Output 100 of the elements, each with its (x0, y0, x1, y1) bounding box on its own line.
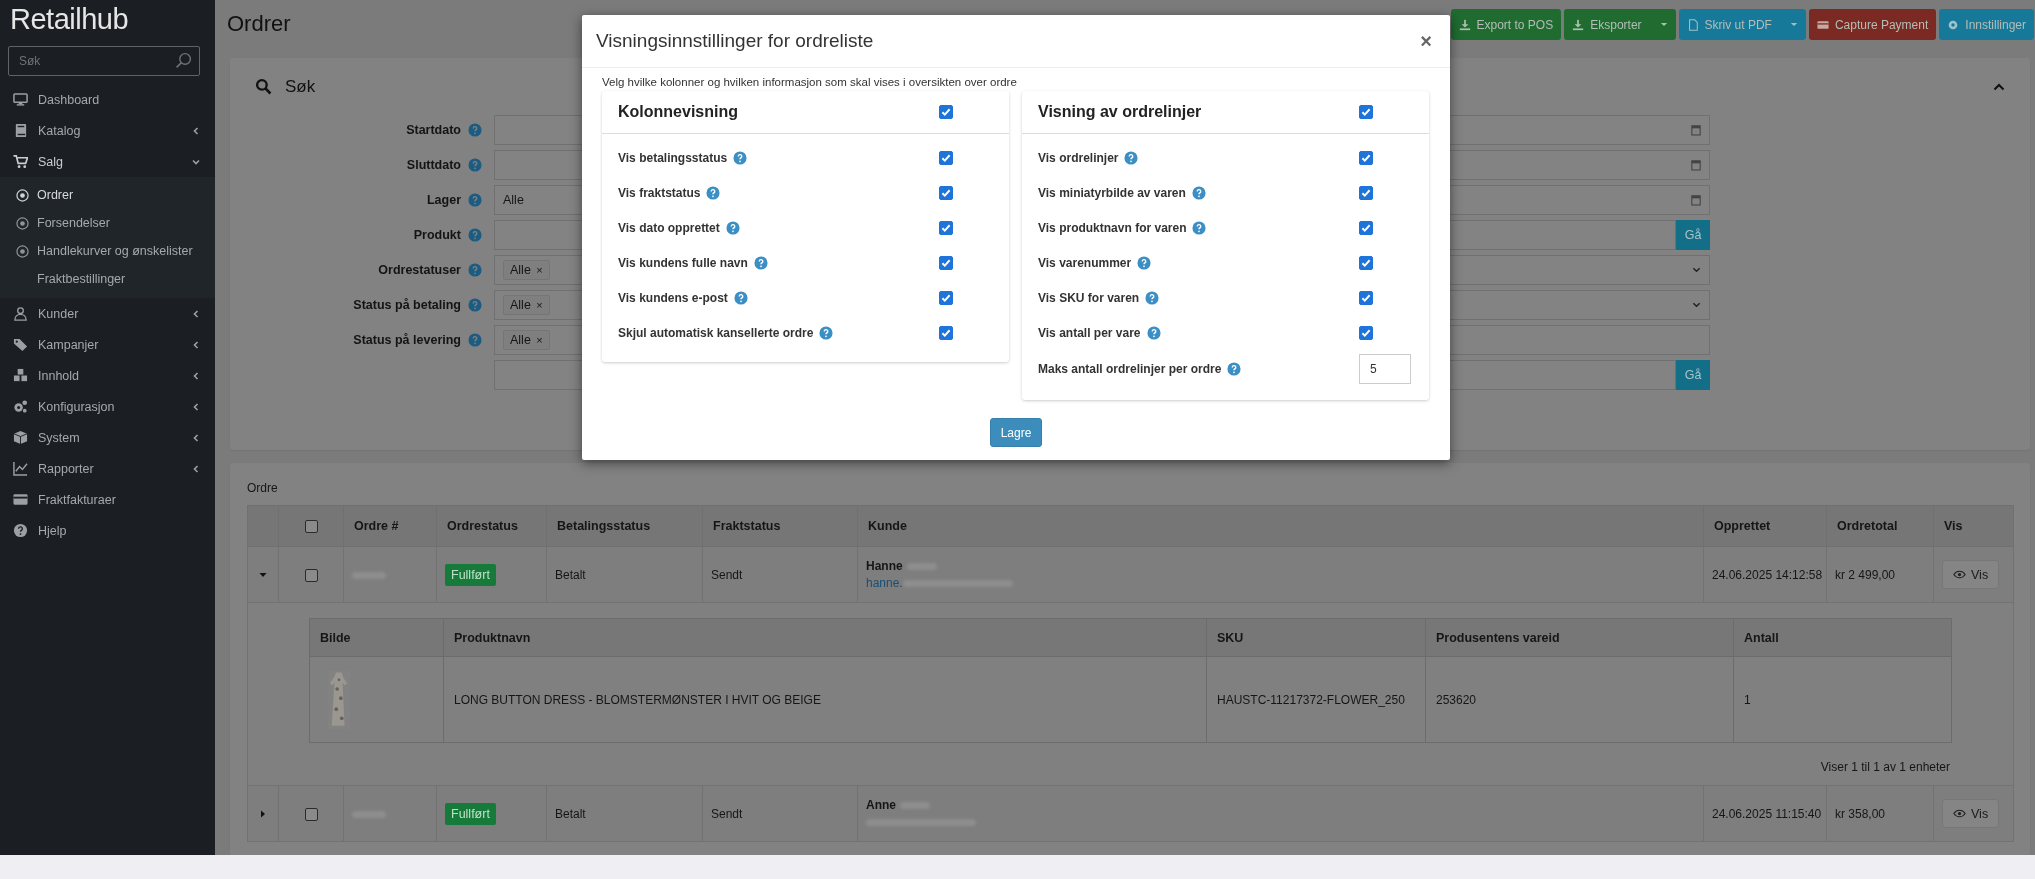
setting-label: Vis dato opprettet (618, 220, 720, 235)
remove-tag-button[interactable]: × (536, 334, 543, 346)
sidebar-item[interactable]: Kampanjer (0, 329, 215, 360)
column-header: Ordrestatus (447, 519, 518, 533)
checkbox[interactable] (304, 568, 318, 582)
sidebar-item[interactable]: Rapporter (0, 453, 215, 484)
cart-icon (13, 154, 28, 169)
remove-tag-button[interactable]: × (536, 264, 543, 276)
field-label: Lager (426, 193, 461, 207)
help-icon[interactable] (725, 220, 740, 235)
help-icon[interactable] (819, 325, 834, 340)
user-icon (13, 306, 28, 321)
close-button[interactable]: × (1416, 29, 1436, 53)
help-icon[interactable] (468, 228, 482, 242)
submenu-item[interactable]: Fraktbestillinger (0, 265, 215, 293)
checkbox[interactable] (1359, 325, 1373, 340)
help-icon[interactable] (468, 263, 482, 277)
checkbox[interactable] (1359, 105, 1373, 119)
submenu-item[interactable]: Ordrer (0, 181, 215, 209)
column-header: Fraktstatus (713, 519, 781, 533)
save-button[interactable]: Lagre (989, 418, 1043, 447)
view-button[interactable]: Vis (1942, 799, 2000, 828)
search-icon (175, 52, 192, 69)
help-icon[interactable] (1137, 255, 1152, 270)
sidebar-item[interactable]: Innhold (0, 360, 215, 391)
checkbox[interactable] (939, 185, 953, 200)
column-header: Betalingsstatus (557, 519, 651, 533)
checkbox[interactable] (939, 255, 953, 270)
pagination-info: Viser 1 til 1 av 1 enheter (1820, 760, 1950, 774)
remove-tag-button[interactable]: × (536, 299, 543, 311)
help-icon[interactable] (1192, 220, 1207, 235)
chevron-icon (191, 370, 201, 381)
sidebar-item[interactable]: Dashboard (0, 84, 215, 115)
help-icon[interactable] (468, 158, 482, 172)
setting-label: Vis antall per vare (1038, 325, 1141, 340)
search-icon (255, 78, 272, 95)
view-button[interactable]: Vis (1942, 560, 2000, 589)
checkbox[interactable] (939, 220, 953, 235)
toolbar-button[interactable]: Eksporter (1564, 9, 1676, 40)
help-icon[interactable] (468, 333, 482, 347)
help-icon[interactable] (706, 185, 721, 200)
help-icon[interactable] (1146, 325, 1161, 340)
help-icon[interactable] (468, 193, 482, 207)
help-icon[interactable] (468, 298, 482, 312)
expand-icon[interactable] (259, 809, 267, 818)
gear-icon (1947, 18, 1960, 31)
help-icon[interactable] (733, 150, 748, 165)
calendar-icon[interactable] (1691, 194, 1701, 206)
column-header: Ordre # (354, 519, 399, 533)
expand-icon[interactable] (259, 570, 267, 579)
checkbox[interactable] (939, 290, 953, 305)
checkbox[interactable] (939, 150, 953, 165)
logo: Retailhub (9, 2, 130, 37)
sidebar-item[interactable]: Konfigurasjon (0, 391, 215, 422)
checkbox[interactable] (1359, 290, 1373, 305)
checkbox[interactable] (1359, 220, 1373, 235)
collapse-icon[interactable] (1993, 82, 2005, 91)
help-icon[interactable] (1227, 362, 1242, 376)
toolbar-button[interactable]: Export to POS (1450, 9, 1562, 40)
checkbox[interactable] (1359, 185, 1373, 200)
download-icon (1572, 18, 1585, 31)
checkbox[interactable] (1359, 255, 1373, 270)
field-label: Startdato (406, 123, 461, 137)
sidebar-item[interactable]: Salg (0, 146, 215, 177)
table-cell: kr 358,00 (1835, 806, 1886, 821)
checkbox[interactable] (1359, 150, 1373, 165)
sidebar-item[interactable]: Fraktfakturaer (0, 484, 215, 515)
search-field[interactable]: Søk (8, 46, 200, 76)
help-icon[interactable] (753, 255, 768, 270)
column-header: Produktnavn (454, 630, 531, 645)
help-icon[interactable] (1145, 290, 1160, 305)
submenu-item[interactable]: Handlekurver og ønskelister (0, 237, 215, 265)
cubes-icon (13, 368, 28, 383)
toolbar-button[interactable]: Capture Payment (1808, 9, 1937, 40)
checkbox[interactable] (304, 807, 318, 821)
column-header: Bilde (320, 630, 351, 645)
help-icon[interactable] (468, 123, 482, 137)
calendar-icon[interactable] (1691, 159, 1701, 171)
number-field[interactable]: 5 (1359, 354, 1411, 384)
help-icon[interactable] (1191, 185, 1206, 200)
help-icon[interactable] (1124, 150, 1139, 165)
chevron-icon (191, 432, 201, 443)
sidebar-item[interactable]: System (0, 422, 215, 453)
sidebar-item[interactable]: Kunder (0, 298, 215, 329)
checkbox[interactable] (939, 325, 953, 340)
checkbox[interactable] (939, 105, 953, 119)
field-label: Ordrestatuser (378, 263, 461, 277)
bullet-icon (16, 188, 29, 202)
sidebar-item[interactable]: Hjelp (0, 515, 215, 546)
checkbox[interactable] (304, 520, 318, 534)
table-cell: HAUSTC-11217372-FLOWER_250 (1217, 692, 1405, 707)
help-icon[interactable] (733, 290, 748, 305)
column-header: Produsentens vareid (1436, 630, 1560, 645)
column-header: SKU (1217, 630, 1244, 645)
calendar-icon[interactable] (1691, 124, 1701, 136)
sidebar-item[interactable]: Katalog (0, 115, 215, 146)
submenu-item[interactable]: Forsendelser (0, 209, 215, 237)
table-cell: LONG BUTTON DRESS - BLOMSTERMØNSTER I HVIT OG BEIGE (454, 692, 821, 707)
setting-label: Maks antall ordrelinjer per ordre (1038, 362, 1222, 376)
table-cell: Betalt (555, 567, 586, 582)
